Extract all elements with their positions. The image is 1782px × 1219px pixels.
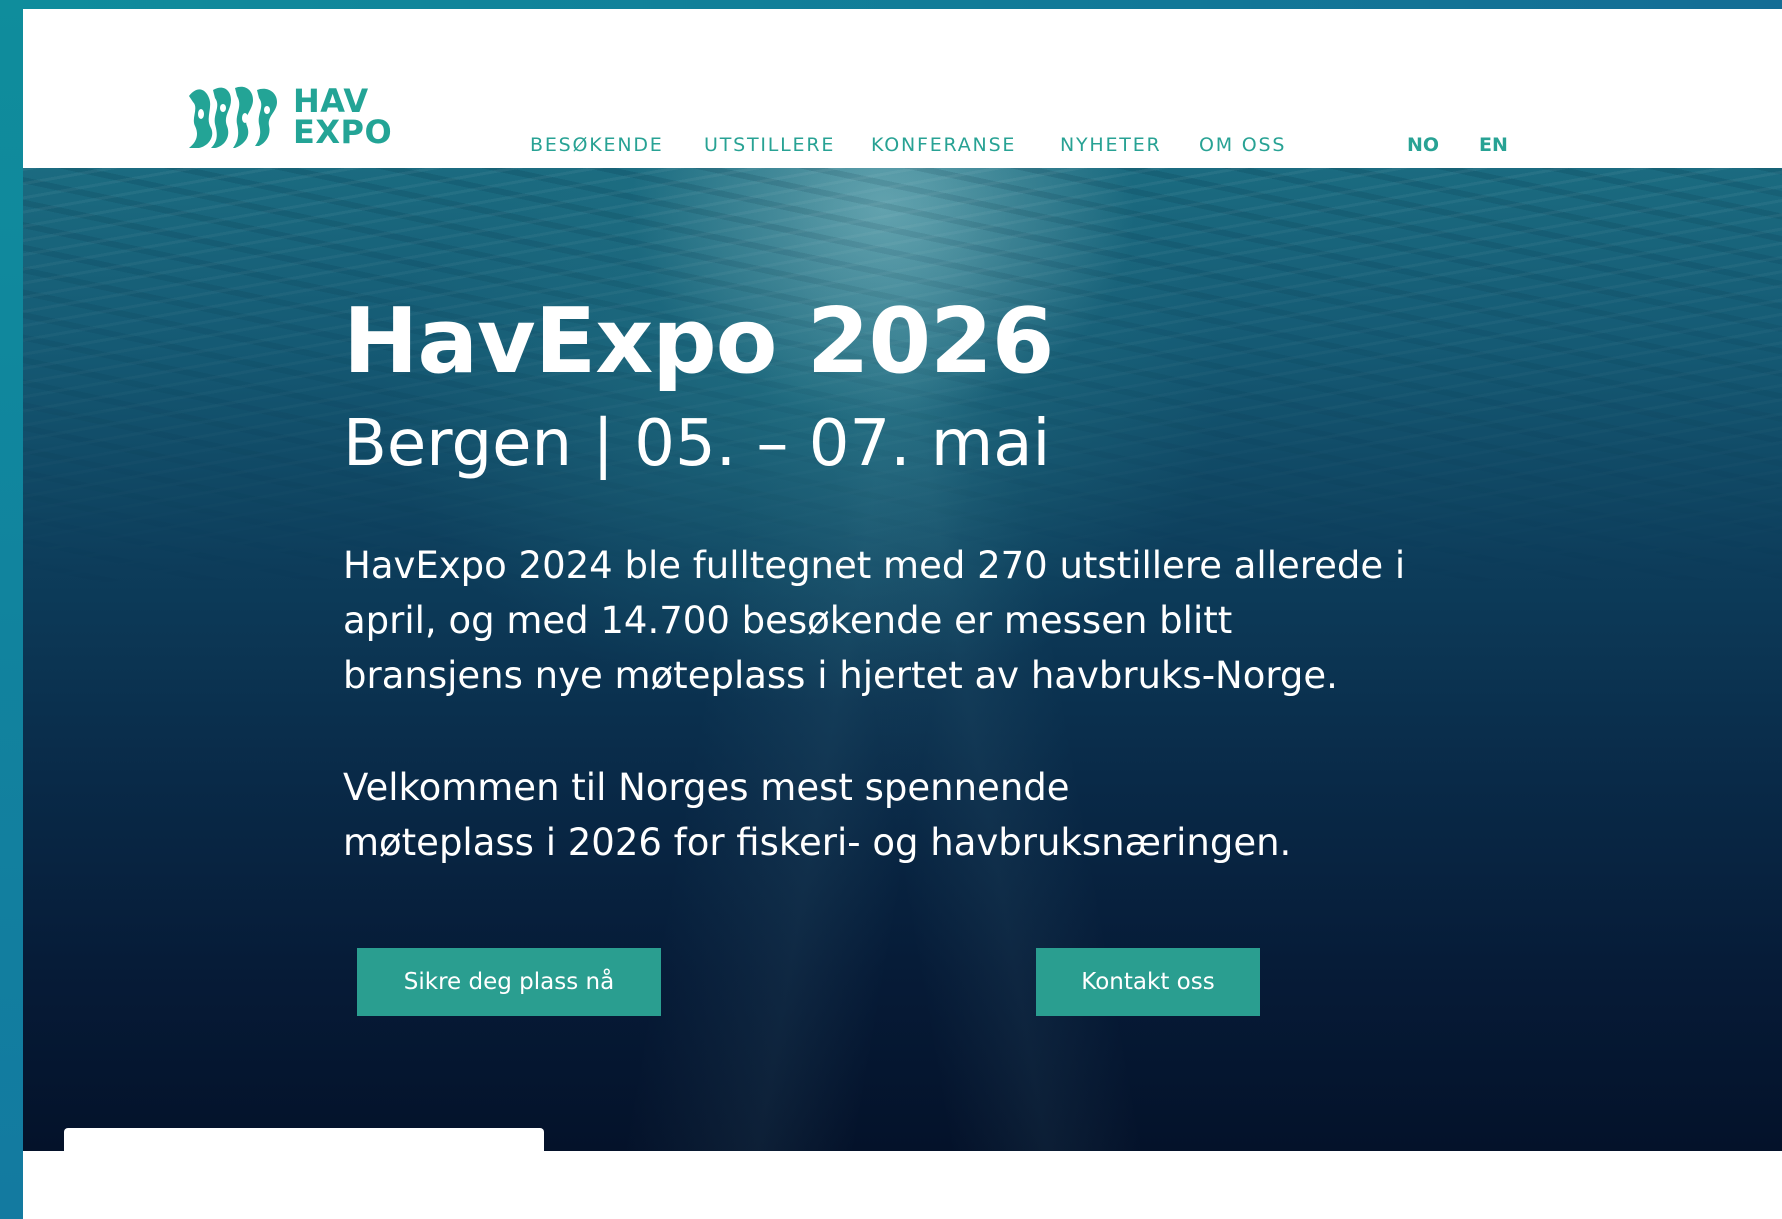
main-navigation: BESØKENDE UTSTILLERE KONFERANSE NYHETER … xyxy=(23,133,1782,157)
hero-welcome-paragraph: Velkommen til Norges mest spennende møte… xyxy=(343,760,1583,870)
nav-item-nyheter[interactable]: NYHETER xyxy=(1060,133,1162,157)
nav-item-konferanse[interactable]: KONFERANSE xyxy=(871,133,1016,157)
language-en[interactable]: EN xyxy=(1479,133,1508,157)
nav-item-utstillere[interactable]: UTSTILLERE xyxy=(704,133,835,157)
language-no[interactable]: NO xyxy=(1407,133,1439,157)
hero-title: HavExpo 2026 xyxy=(343,289,1054,394)
intro-line-2: april, og med 14.700 besøkende er messen… xyxy=(343,599,1233,642)
hero-intro-paragraph: HavExpo 2024 ble fulltegnet med 270 utst… xyxy=(343,538,1583,703)
contact-us-button[interactable]: Kontakt oss xyxy=(1036,948,1260,1016)
intro-line-3: bransjens nye møteplass i hjertet av hav… xyxy=(343,654,1338,697)
overlap-card xyxy=(64,1128,544,1151)
nav-item-besokende[interactable]: BESØKENDE xyxy=(530,133,664,157)
top-frame-bar xyxy=(0,0,1782,9)
welcome-line-1: Velkommen til Norges mest spennende xyxy=(343,766,1070,809)
left-frame-bar xyxy=(0,0,23,1219)
hero-section: HavExpo 2026 Bergen | 05. – 07. mai HavE… xyxy=(23,168,1782,1151)
intro-line-1: HavExpo 2024 ble fulltegnet med 270 utst… xyxy=(343,544,1406,587)
nav-item-om-oss[interactable]: OM OSS xyxy=(1199,133,1286,157)
hero-subtitle: Bergen | 05. – 07. mai xyxy=(343,407,1051,481)
secure-spot-button[interactable]: Sikre deg plass nå xyxy=(357,948,661,1016)
welcome-line-2: møteplass i 2026 for fiskeri- og havbruk… xyxy=(343,821,1292,864)
site-header: HAV EXPO BESØKENDE UTSTILLERE KONFERANSE… xyxy=(23,9,1782,168)
